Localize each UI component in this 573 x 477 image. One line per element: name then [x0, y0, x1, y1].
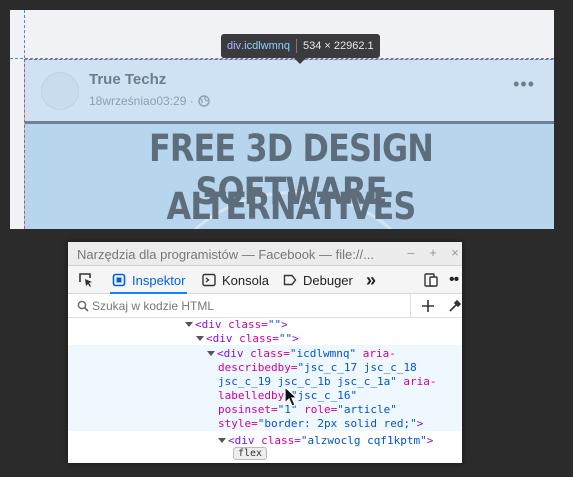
- attr-value: "article": [337, 403, 397, 416]
- attr-value: "": [267, 318, 282, 331]
- search-icon: [77, 300, 89, 312]
- maximize-button[interactable]: +: [426, 245, 440, 260]
- more-tabs-button[interactable]: »: [366, 266, 376, 294]
- element-picker-button[interactable]: [78, 266, 98, 294]
- mouse-cursor-icon: [284, 386, 299, 407]
- dock-button[interactable]: [424, 266, 438, 294]
- attr-name: role=: [297, 403, 338, 416]
- add-node-icon[interactable]: [421, 299, 435, 313]
- menu-button[interactable]: ••: [449, 266, 459, 294]
- attr-name: aria-: [356, 347, 396, 360]
- element-picker-icon: [79, 273, 92, 287]
- attr-name: class=: [254, 434, 301, 447]
- tag-close: >: [281, 318, 288, 331]
- tag-close: >: [292, 332, 299, 345]
- window-title: Narzędzia dla programistów — Facebook — …: [77, 247, 374, 262]
- attr-value: "": [278, 332, 293, 345]
- post-author[interactable]: True Techz: [89, 71, 166, 88]
- markup-line-2[interactable]: <div class="">: [196, 332, 299, 346]
- image-title-line2: ALTERNATIVES: [166, 185, 417, 228]
- markup-line-3[interactable]: <div class="icdlwmnq" aria-: [207, 347, 396, 361]
- markup-line-5[interactable]: jsc_c_19 jsc_c_1b jsc_c_1a" aria-: [218, 375, 437, 389]
- collapse-arrow-icon[interactable]: [207, 351, 215, 356]
- tab-debuger[interactable]: Debuger: [283, 266, 353, 294]
- tooltip-arrow: [294, 58, 306, 64]
- attr-value: "jsc_c_17 jsc_c_18: [297, 361, 417, 374]
- markup-line-9[interactable]: <div class="alzwoclg cqf1kptm">: [218, 434, 433, 448]
- post-meta: 18wrześniao03:29 ·: [89, 94, 210, 108]
- divider: [410, 294, 411, 318]
- tag-close: >: [426, 434, 434, 447]
- attr-name: aria-: [396, 375, 437, 388]
- attr-value: "jsc_c_16": [290, 389, 358, 402]
- post-header: True Techz 18wrześniao03:29 · •••: [25, 60, 554, 121]
- tag-name: <div: [195, 318, 222, 331]
- attr-value: "border: 2px solid red;": [257, 417, 417, 430]
- tooltip-separator: [295, 39, 297, 53]
- attr-value: jsc_c_19 jsc_c_1b jsc_c_1a": [218, 375, 397, 388]
- tab-label: Debuger: [303, 272, 353, 288]
- attr-name: class=: [221, 318, 268, 331]
- tag-name: <div: [228, 434, 255, 447]
- attr-name: posinset=: [218, 403, 278, 416]
- avatar[interactable]: [41, 72, 79, 110]
- html-search-bar: [68, 294, 462, 318]
- devtools-toolbar: Inspektor Konsola Debuger » ••: [68, 266, 462, 294]
- post-date[interactable]: 18wrześniao03:29 ·: [89, 94, 194, 108]
- console-icon: [202, 273, 216, 287]
- attr-value: "alzwoclg cqf1kptm": [300, 434, 427, 447]
- markup-line-1[interactable]: <div class="">: [185, 318, 288, 332]
- collapse-arrow-icon[interactable]: [218, 438, 226, 443]
- search-input[interactable]: [92, 297, 402, 315]
- collapse-arrow-icon[interactable]: [196, 336, 204, 341]
- devtools-window: Narzędzia dla programistów — Facebook — …: [68, 242, 462, 463]
- attr-name: class=: [232, 332, 279, 345]
- attr-name: style=: [218, 417, 258, 430]
- tag-name: <div: [206, 332, 233, 345]
- attr-value: "icdlwmnq": [289, 347, 357, 360]
- attr-name: describedby=: [218, 361, 298, 374]
- responsive-icon: [424, 273, 438, 287]
- collapse-arrow-icon[interactable]: [185, 322, 193, 327]
- markup-view[interactable]: <div class=""> <div class=""> <div class…: [68, 318, 462, 463]
- eyedropper-icon[interactable]: [448, 299, 462, 313]
- markup-line-8[interactable]: style="border: 2px solid red;">: [218, 417, 423, 431]
- browser-viewport: True Techz 18wrześniao03:29 · ••• FREE 3…: [10, 10, 554, 229]
- tag-name: <div: [217, 347, 244, 360]
- devtools-titlebar[interactable]: Narzędzia dla programistów — Facebook — …: [68, 242, 462, 266]
- highlighted-post[interactable]: True Techz 18wrześniao03:29 · ••• FREE 3…: [24, 59, 554, 229]
- globe-icon: [198, 95, 210, 107]
- attr-name: labelledby=: [218, 389, 291, 402]
- inspector-icon: [112, 273, 126, 287]
- attr-name: class=: [243, 347, 290, 360]
- tooltip-tag: div: [227, 40, 242, 52]
- close-button[interactable]: ×: [448, 245, 462, 260]
- flex-badge[interactable]: flex: [233, 447, 268, 460]
- tab-label: Konsola: [222, 272, 269, 288]
- minimize-button[interactable]: –: [404, 245, 418, 260]
- markup-line-4[interactable]: describedby="jsc_c_17 jsc_c_18: [218, 361, 417, 375]
- more-options-button[interactable]: •••: [513, 74, 535, 95]
- post-image[interactable]: FREE 3D DESIGN SOFTWARE ALTERNATIVES: [25, 121, 554, 229]
- tag-close: >: [416, 417, 424, 430]
- tab-inspektor[interactable]: Inspektor: [110, 266, 188, 294]
- debugger-icon: [283, 274, 297, 286]
- tooltip-class: .icdlwmnq: [241, 40, 290, 52]
- dots-icon: ••: [449, 271, 459, 288]
- tab-label: Inspektor: [132, 272, 186, 288]
- tab-konsola[interactable]: Konsola: [202, 266, 269, 294]
- image-border: [25, 121, 554, 124]
- markup-line-7[interactable]: posinset="1" role="article": [218, 403, 397, 417]
- element-tooltip: div .icdlwmnq 534 × 22962.1: [221, 34, 380, 58]
- tooltip-dimensions: 534 × 22962.1: [302, 40, 374, 52]
